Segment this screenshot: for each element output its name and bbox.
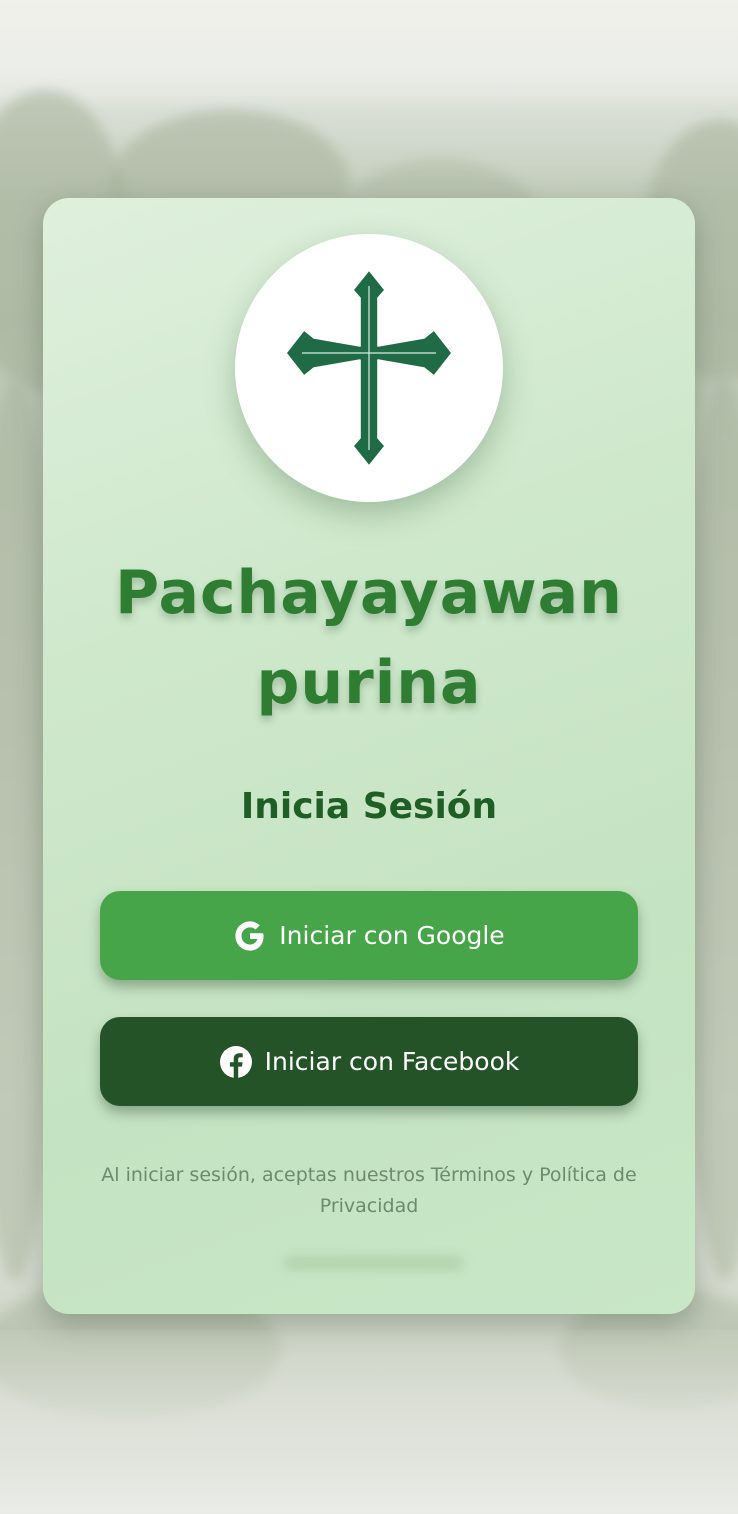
google-login-label: Iniciar con Google [279, 921, 505, 950]
app-title-line2: purina [256, 648, 482, 718]
app-logo [235, 234, 503, 502]
facebook-login-button[interactable]: Iniciar con Facebook [100, 1017, 638, 1106]
decorative-divider [284, 1256, 464, 1270]
legal-notice: Al iniciar sesión, aceptas nuestros Térm… [101, 1164, 637, 1217]
app-title-line1: Pachayayawan [115, 558, 623, 628]
facebook-icon [219, 1045, 253, 1079]
google-icon [233, 919, 267, 953]
cross-icon [285, 269, 453, 467]
google-login-button[interactable]: Iniciar con Google [100, 891, 638, 980]
app-title: Pachayayawan purina [43, 548, 695, 728]
facebook-login-label: Iniciar con Facebook [264, 1047, 520, 1076]
login-card: Pachayayawan purina Inicia Sesión Inicia… [43, 198, 695, 1314]
login-heading: Inicia Sesión [240, 786, 498, 827]
